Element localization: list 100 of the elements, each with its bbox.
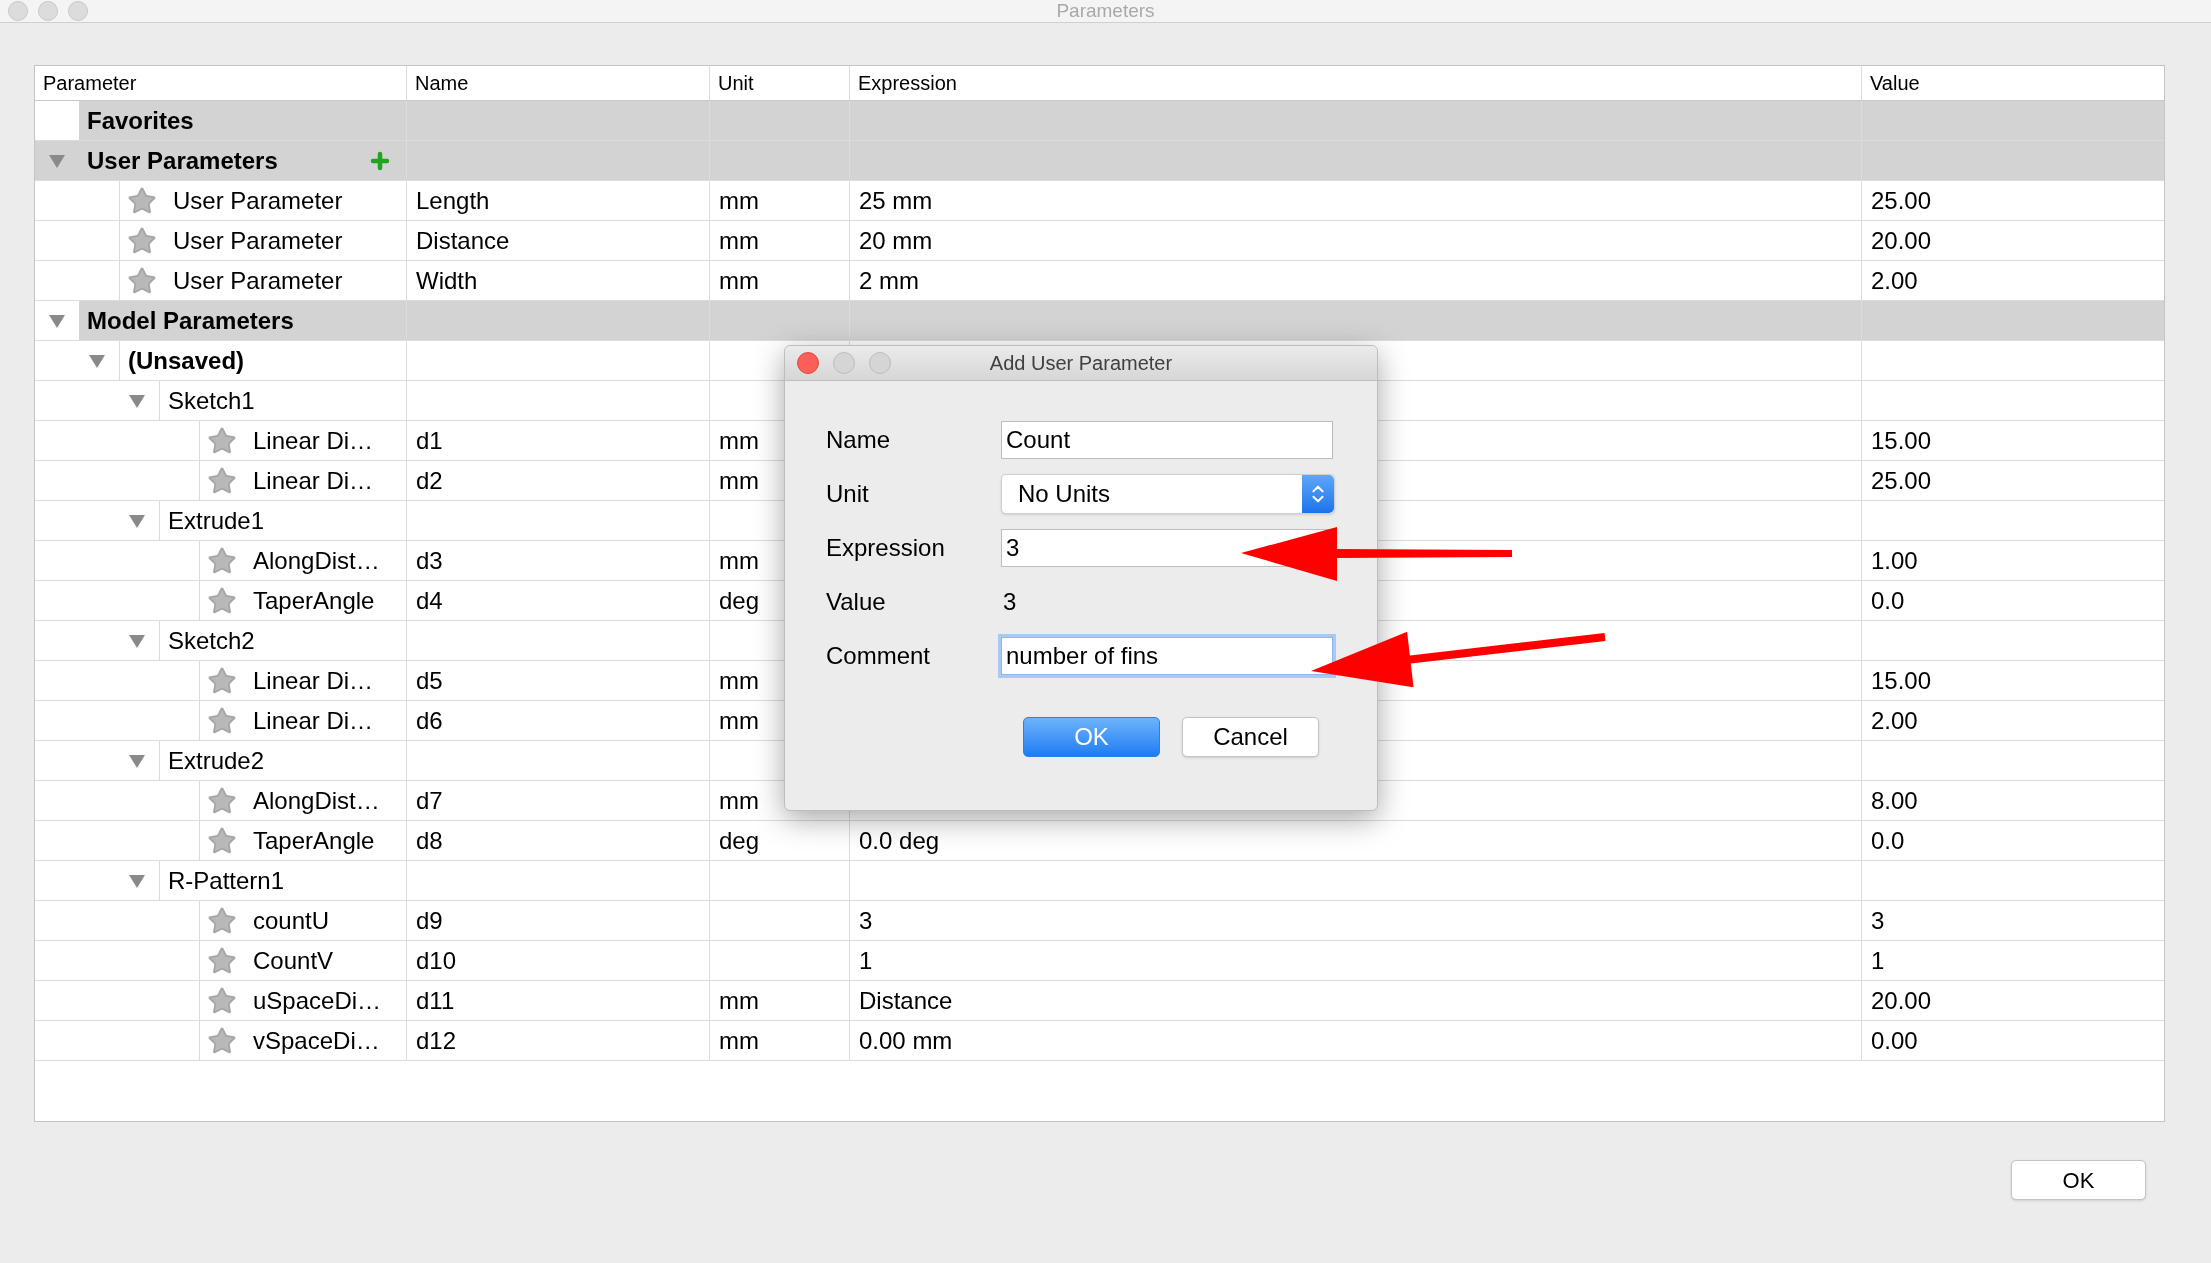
star-icon[interactable] (207, 465, 237, 496)
table-cell: d6 (406, 701, 709, 740)
table-cell: 1.00 (1861, 541, 2164, 580)
star-icon[interactable] (207, 785, 237, 816)
table-cell: 8.00 (1861, 781, 2164, 820)
parameter-label: AlongDist… (253, 545, 380, 576)
table-cell: 15.00 (1861, 421, 2164, 460)
column-header[interactable]: Name (406, 66, 709, 100)
table-cell: 0.0 deg (849, 821, 1861, 860)
parameter-label: Linear Di… (253, 705, 374, 736)
parameter-label: Linear Di… (253, 425, 374, 456)
star-icon[interactable] (207, 985, 237, 1016)
group-label: (Unsaved) (128, 345, 245, 376)
table-cell: d11 (406, 981, 709, 1020)
column-header[interactable]: Value (1861, 66, 2164, 100)
table-cell: d9 (406, 901, 709, 940)
window-title: Parameters (1056, 0, 1155, 23)
star-icon[interactable] (207, 545, 237, 576)
group-label: Extrude2 (168, 745, 265, 776)
star-icon[interactable] (127, 185, 157, 216)
disclosure-triangle-icon[interactable] (128, 872, 146, 889)
table-cell: 20.00 (1861, 981, 2164, 1020)
unit-dropdown[interactable]: No Units (1001, 474, 1335, 514)
table-cell: 2 mm (849, 261, 1861, 300)
parameter-label: Linear Di… (253, 665, 374, 696)
disclosure-triangle-icon[interactable] (128, 392, 146, 409)
table-cell: 0.0 (1861, 581, 2164, 620)
close-icon[interactable] (8, 1, 28, 21)
parameter-label: TaperAngle (253, 825, 375, 856)
table-cell: mm (709, 221, 849, 260)
table-cell: d1 (406, 421, 709, 460)
table-cell: 0.00 mm (849, 1021, 1861, 1060)
star-icon[interactable] (207, 825, 237, 856)
text-field[interactable]: number of fins (1001, 637, 1333, 675)
disclosure-triangle-icon[interactable] (128, 512, 146, 529)
disclosure-triangle-icon[interactable] (128, 632, 146, 649)
group-label: Favorites (87, 105, 194, 136)
zoom-icon[interactable] (869, 352, 891, 374)
group-label: User Parameters (87, 145, 278, 176)
disclosure-triangle-icon[interactable] (88, 352, 106, 369)
table-cell: d8 (406, 821, 709, 860)
close-icon[interactable] (797, 352, 819, 374)
table-cell: d12 (406, 1021, 709, 1060)
zoom-icon[interactable] (68, 1, 88, 21)
parameter-label: TaperAngle (253, 585, 375, 616)
table-cell: 0.00 (1861, 1021, 2164, 1060)
column-header[interactable]: Unit (709, 66, 849, 100)
table-cell: deg (709, 821, 849, 860)
table-cell: 3 (1861, 901, 2164, 940)
table-cell: 20.00 (1861, 221, 2164, 260)
group-label: Extrude1 (168, 505, 265, 536)
table-cell: 2.00 (1861, 261, 2164, 300)
table-cell: 25 mm (849, 181, 1861, 220)
table-cell: d2 (406, 461, 709, 500)
table-cell: d3 (406, 541, 709, 580)
star-icon[interactable] (127, 265, 157, 296)
parameter-label: Linear Di… (253, 465, 374, 496)
table-cell: d4 (406, 581, 709, 620)
table-cell: mm (709, 261, 849, 300)
group-label: Model Parameters (87, 305, 294, 336)
cancel-button[interactable]: Cancel (1182, 717, 1319, 757)
table-cell: 0.0 (1861, 821, 2164, 860)
table-cell: Distance (406, 221, 709, 260)
table-cell: 20 mm (849, 221, 1861, 260)
star-icon[interactable] (127, 225, 157, 256)
table-cell: mm (709, 1021, 849, 1060)
column-header[interactable]: Expression (849, 66, 1861, 100)
parameter-label: CountV (253, 945, 334, 976)
column-header[interactable]: Parameter (35, 66, 406, 100)
ok-button[interactable]: OK (2011, 1160, 2146, 1200)
parameter-label: User Parameter (173, 265, 343, 296)
star-icon[interactable] (207, 425, 237, 456)
table-cell: d10 (406, 941, 709, 980)
star-icon[interactable] (207, 705, 237, 736)
group-label: R-Pattern1 (168, 865, 285, 896)
parameter-label: User Parameter (173, 185, 343, 216)
table-cell: Width (406, 261, 709, 300)
value-readout: 3 (1002, 587, 1017, 617)
star-icon[interactable] (207, 665, 237, 696)
star-icon[interactable] (207, 945, 237, 976)
table-cell: 1 (1861, 941, 2164, 980)
parameter-label: vSpaceDi… (253, 1025, 380, 1056)
parameter-label: User Parameter (173, 225, 343, 256)
star-icon[interactable] (207, 585, 237, 616)
table-cell: d7 (406, 781, 709, 820)
minimize-icon[interactable] (833, 352, 855, 374)
parameter-label: AlongDist… (253, 785, 380, 816)
star-icon[interactable] (207, 1025, 237, 1056)
table-cell: d5 (406, 661, 709, 700)
table-cell: 3 (849, 901, 1861, 940)
parameter-label: uSpaceDi… (253, 985, 382, 1016)
disclosure-triangle-icon[interactable] (128, 752, 146, 769)
text-field[interactable]: Count (1001, 421, 1333, 459)
star-icon[interactable] (207, 905, 237, 936)
minimize-icon[interactable] (38, 1, 58, 21)
dialog-title: Add User Parameter (989, 351, 1173, 376)
disclosure-triangle-icon[interactable] (48, 152, 66, 169)
table-cell: 1 (849, 941, 1861, 980)
disclosure-triangle-icon[interactable] (48, 312, 66, 329)
table-cell: 25.00 (1861, 181, 2164, 220)
